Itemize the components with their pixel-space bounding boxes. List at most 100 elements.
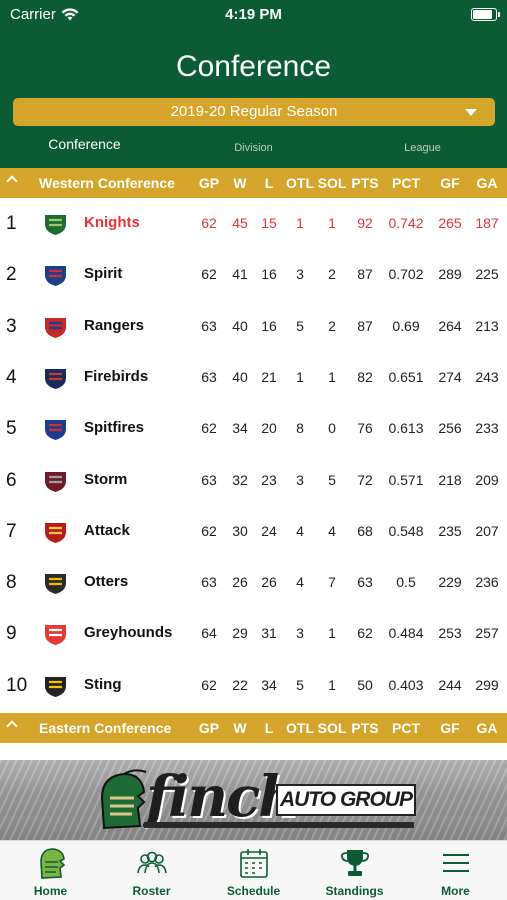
- chevron-up-icon[interactable]: [6, 175, 18, 187]
- stat-pct: 0.5: [396, 574, 416, 591]
- calendar-icon: [240, 849, 268, 878]
- page-title: Conference: [175, 50, 332, 83]
- helmet-icon: [40, 848, 66, 879]
- stat-ga: 233: [475, 420, 499, 437]
- tab-roster[interactable]: Roster: [101, 841, 202, 900]
- knight-helmet-logo: [100, 769, 147, 830]
- team-rank: 9: [6, 623, 17, 645]
- table-row[interactable]: 7 Attack 62 30 24 4 4 68 0.548 235 207: [0, 506, 507, 557]
- sponsor-subtitle: AUTO GROUP: [276, 784, 416, 816]
- stat-gf: 256: [438, 420, 462, 437]
- table-row[interactable]: 10 Sting 62 22 34 5 1 50 0.403 244 299: [0, 660, 507, 711]
- team-rank: 10: [6, 674, 28, 696]
- storm-logo: [45, 471, 66, 492]
- stat-pct: 0.651: [388, 368, 424, 385]
- stat-pts: 72: [357, 471, 373, 488]
- team-name: Knights: [84, 214, 140, 231]
- stat-ga: 207: [475, 522, 499, 539]
- stat-ga: 213: [475, 317, 499, 334]
- sting-logo: [45, 676, 66, 697]
- team-rank: 4: [6, 366, 17, 388]
- attack-logo: [45, 522, 66, 543]
- stat-pct: 0.742: [388, 215, 424, 231]
- table-row[interactable]: 4 Firebirds 63 40 21 1 1 82 0.651 274 243: [0, 352, 507, 403]
- team-rank: 3: [6, 315, 17, 337]
- stat-pct: 0.548: [388, 522, 424, 539]
- sponsor-brand: finch: [146, 764, 299, 830]
- team-rank: 5: [6, 418, 17, 440]
- table-row[interactable]: 2 Spirit 62 41 16 3 2 87 0.702 289 225: [0, 249, 507, 300]
- tab-label: Roster: [132, 884, 171, 898]
- stat-pts: 62: [357, 625, 373, 642]
- stat-ga: 187: [475, 215, 499, 231]
- banner-strip: [144, 822, 414, 828]
- stat-gf: 289: [438, 266, 462, 283]
- season-dropdown[interactable]: 2019-20 Regular Season: [13, 98, 495, 126]
- tab-bar: Home Roster Schedule Standings More: [0, 840, 507, 900]
- stat-ga: 236: [475, 574, 499, 591]
- stat-pts: 82: [357, 368, 373, 385]
- team-name: Rangers: [84, 316, 145, 334]
- stat-pts: 50: [357, 676, 373, 693]
- team-name: Spitfires: [84, 419, 145, 437]
- table-row[interactable]: 3 Rangers 63 40 16 5 2 87 0.69 264 213: [0, 301, 507, 352]
- greyhounds-logo: [45, 625, 66, 646]
- conference-header-eastern[interactable]: Eastern Conference GP W L OTL SOL PTS PC…: [0, 713, 507, 743]
- tab-standings[interactable]: Standings: [304, 841, 405, 900]
- tab-label: Home: [33, 884, 68, 898]
- team-name: Otters: [84, 573, 129, 591]
- standings-header: Conference 2019-20 Regular Season Confer…: [0, 30, 507, 168]
- team-name: Greyhounds: [84, 624, 173, 642]
- column-header-ga: GA: [476, 175, 498, 191]
- column-header-pts: PTS: [351, 175, 379, 191]
- stat-ga: 225: [475, 266, 499, 283]
- stat-pct: 0.484: [388, 625, 424, 642]
- stat-pts: 87: [357, 317, 373, 334]
- team-name: Firebirds: [84, 367, 149, 385]
- spitfires-logo: [45, 420, 66, 441]
- tab-more[interactable]: More: [405, 841, 506, 900]
- team-rank: 7: [6, 520, 17, 542]
- tab-label: Standings: [325, 884, 384, 898]
- stat-pts: 92: [357, 215, 373, 231]
- stat-pts: 76: [357, 420, 373, 437]
- stat-ga: 243: [475, 368, 499, 385]
- table-row[interactable]: 1 Knights 62 45 15 1 1 92 0.742 265 187: [0, 198, 507, 249]
- conference-header-western[interactable]: Western Conference GP W L OTL SOL PTS PC…: [0, 168, 507, 198]
- stat-gf: 265: [438, 215, 462, 231]
- tab-league[interactable]: League: [338, 142, 507, 154]
- tab-division[interactable]: Division: [169, 142, 338, 154]
- team-name: Spirit: [84, 265, 123, 283]
- tab-label: More: [441, 884, 470, 898]
- team-rank: 6: [6, 469, 17, 491]
- battery-icon: [471, 8, 500, 21]
- stat-pct: 0.403: [388, 676, 424, 693]
- table-row[interactable]: 6 Storm 63 32 23 3 5 72 0.571 218 209: [0, 455, 507, 506]
- stat-pct: 0.702: [388, 266, 424, 283]
- column-header-pct: PCT: [392, 720, 420, 736]
- chevron-up-icon[interactable]: [6, 720, 18, 732]
- tab-schedule[interactable]: Schedule: [203, 841, 304, 900]
- sponsor-banner[interactable]: finch AUTO GROUP: [0, 760, 507, 840]
- stat-gf: 218: [438, 471, 462, 488]
- team-rank: 2: [6, 264, 17, 286]
- stat-ga: 209: [475, 471, 499, 488]
- stat-gf: 229: [438, 574, 462, 591]
- season-value: 2019-20 Regular Season: [170, 103, 338, 120]
- people-icon: [137, 851, 167, 874]
- stat-pts: 68: [357, 522, 373, 539]
- tab-conference[interactable]: Conference: [0, 136, 169, 152]
- knights-logo: [45, 215, 66, 235]
- column-header-ga: GA: [476, 720, 498, 736]
- stat-gf: 253: [438, 625, 462, 642]
- tab-home[interactable]: Home: [0, 841, 101, 900]
- stat-gf: 274: [438, 368, 462, 385]
- team-name: Storm: [84, 470, 128, 488]
- trophy-icon: [340, 850, 370, 876]
- stat-pts: 87: [357, 266, 373, 283]
- table-row[interactable]: 5 Spitfires 62 34 20 8 0 76 0.613 256 233: [0, 403, 507, 454]
- status-time: 4:19 PM: [225, 6, 282, 23]
- table-row[interactable]: 8 Otters 63 26 26 4 7 63 0.5 229 236: [0, 557, 507, 608]
- stat-pts: 63: [357, 574, 373, 591]
- table-row[interactable]: 9 Greyhounds 64 29 31 3 1 62 0.484 253 257: [0, 608, 507, 659]
